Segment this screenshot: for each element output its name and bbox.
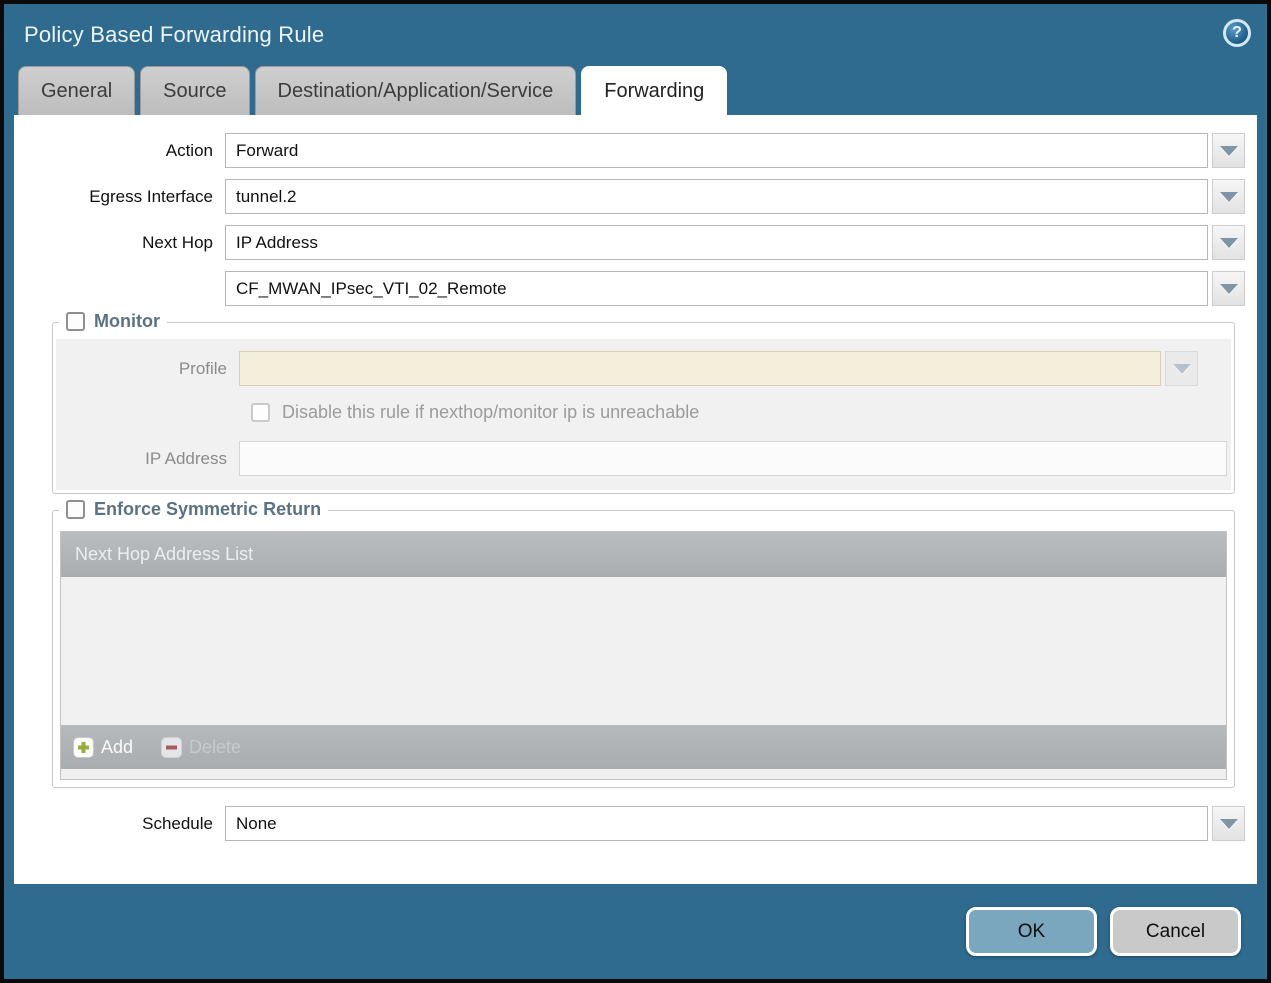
action-label: Action: [28, 141, 225, 161]
tab-source[interactable]: Source: [140, 66, 249, 115]
schedule-combo: None: [225, 806, 1245, 841]
dialog-title: Policy Based Forwarding Rule: [24, 22, 324, 48]
disable-rule-row: Disable this rule if nexthop/monitor ip …: [251, 402, 1231, 423]
monitor-ip-input: [239, 441, 1227, 476]
tab-label: Forwarding: [604, 80, 704, 103]
monitor-ip-row: IP Address: [56, 441, 1231, 476]
monitor-fieldset: Monitor Profile: [52, 322, 1235, 494]
next-hop-address-combo: CF_MWAN_IPsec_VTI_02_Remote: [225, 271, 1245, 306]
schedule-row: Schedule None: [28, 806, 1245, 841]
tab-label: Destination/Application/Service: [278, 80, 554, 103]
action-select[interactable]: Forward: [225, 133, 1208, 168]
symmetric-return-checkbox[interactable]: [66, 500, 85, 519]
symmetric-return-label: Enforce Symmetric Return: [94, 499, 321, 520]
cancel-button[interactable]: Cancel: [1110, 907, 1241, 956]
dialog-footer: OK Cancel: [4, 884, 1267, 979]
chevron-down-icon: [1220, 238, 1238, 248]
next-hop-address-row: CF_MWAN_IPsec_VTI_02_Remote: [28, 271, 1245, 306]
tab-label: General: [41, 80, 112, 103]
next-hop-address-select[interactable]: CF_MWAN_IPsec_VTI_02_Remote: [225, 271, 1208, 306]
next-hop-type-combo: IP Address: [225, 225, 1245, 260]
tab-label: Source: [163, 80, 226, 103]
delete-button: Delete: [161, 737, 241, 758]
next-hop-type-dropdown-button[interactable]: [1212, 225, 1245, 260]
profile-right-gap: [1202, 351, 1231, 386]
egress-interface-select[interactable]: tunnel.2: [225, 179, 1208, 214]
help-icon[interactable]: ?: [1223, 19, 1251, 47]
next-hop-address-list-header-label: Next Hop Address List: [75, 544, 253, 565]
next-hop-address-table-footer: Add Delete: [61, 725, 1226, 769]
forwarding-tab-panel: Action Forward Egress Interface tunnel.2: [14, 115, 1257, 884]
ok-button[interactable]: OK: [966, 907, 1097, 956]
tab-destination-application-service[interactable]: Destination/Application/Service: [255, 66, 577, 115]
egress-interface-label: Egress Interface: [28, 187, 225, 207]
schedule-dropdown-button[interactable]: [1212, 806, 1245, 841]
plus-icon: [73, 737, 94, 758]
table-bottom-strip: [61, 769, 1226, 779]
action-row: Action Forward: [28, 133, 1245, 168]
next-hop-address-table-header: Next Hop Address List: [61, 532, 1226, 577]
help-glyph: ?: [1232, 24, 1242, 42]
next-hop-label: Next Hop: [28, 233, 225, 253]
next-hop-address-table-body[interactable]: [61, 577, 1226, 725]
action-dropdown-button[interactable]: [1212, 133, 1245, 168]
monitor-ip-label: IP Address: [56, 449, 239, 469]
schedule-select[interactable]: None: [225, 806, 1208, 841]
egress-interface-dropdown-button[interactable]: [1212, 179, 1245, 214]
profile-row: Profile: [56, 351, 1231, 386]
next-hop-address-dropdown-button[interactable]: [1212, 271, 1245, 306]
profile-label: Profile: [56, 359, 239, 379]
profile-combo: [239, 351, 1231, 386]
next-hop-type-select[interactable]: IP Address: [225, 225, 1208, 260]
schedule-label: Schedule: [28, 814, 225, 834]
disable-rule-checkbox: [251, 403, 270, 422]
dialog-titlebar: Policy Based Forwarding Rule ?: [4, 4, 1267, 66]
egress-interface-row: Egress Interface tunnel.2: [28, 179, 1245, 214]
tab-forwarding[interactable]: Forwarding: [581, 66, 727, 115]
profile-select: [239, 351, 1161, 386]
profile-dropdown-button: [1165, 351, 1198, 386]
add-button-label: Add: [101, 737, 133, 758]
next-hop-row: Next Hop IP Address: [28, 225, 1245, 260]
tab-bar: General Source Destination/Application/S…: [4, 66, 1267, 115]
minus-icon: [161, 737, 182, 758]
egress-interface-combo: tunnel.2: [225, 179, 1245, 214]
action-combo: Forward: [225, 133, 1245, 168]
add-button[interactable]: Add: [73, 737, 133, 758]
monitor-checkbox[interactable]: [66, 312, 85, 331]
symmetric-return-fieldset: Enforce Symmetric Return Next Hop Addres…: [52, 510, 1235, 788]
chevron-down-icon: [1220, 284, 1238, 294]
symmetric-return-legend: Enforce Symmetric Return: [59, 499, 328, 520]
disable-rule-label: Disable this rule if nexthop/monitor ip …: [282, 402, 699, 423]
chevron-down-icon: [1173, 364, 1191, 374]
monitor-legend: Monitor: [59, 311, 167, 332]
pbf-rule-dialog: Policy Based Forwarding Rule ? General S…: [4, 4, 1267, 979]
monitor-panel: Profile Disable this rule if nexthop/mon…: [56, 339, 1231, 490]
next-hop-address-table: Next Hop Address List Add: [60, 531, 1227, 780]
chevron-down-icon: [1220, 192, 1238, 202]
delete-button-label: Delete: [189, 737, 241, 758]
chevron-down-icon: [1220, 146, 1238, 156]
chevron-down-icon: [1220, 819, 1238, 829]
tab-general[interactable]: General: [18, 66, 135, 115]
monitor-label: Monitor: [94, 311, 160, 332]
screen: Policy Based Forwarding Rule ? General S…: [0, 0, 1271, 983]
